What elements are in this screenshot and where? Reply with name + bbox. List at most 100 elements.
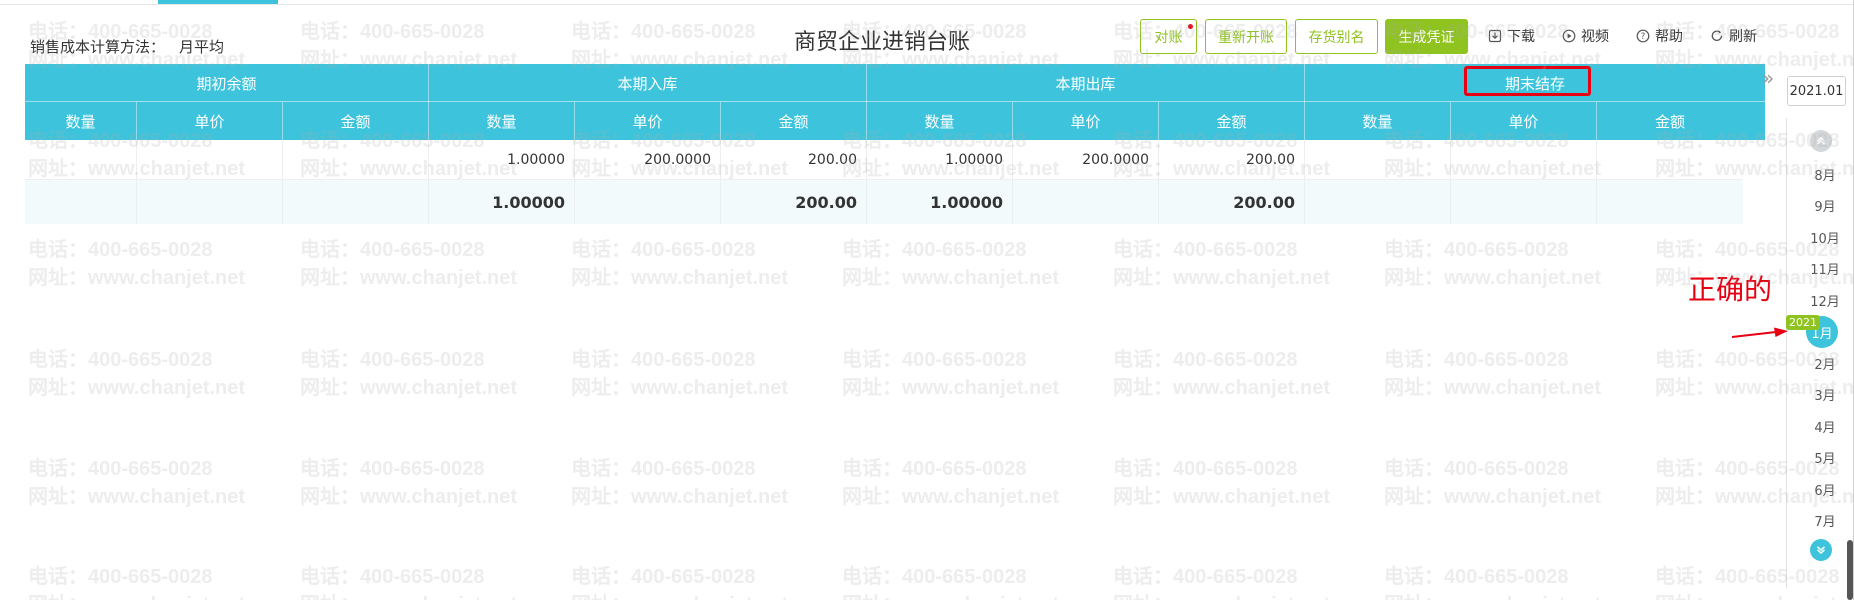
watermark-url: 网址：www.chanjet.net (571, 486, 789, 508)
scroll-up-button[interactable] (1810, 130, 1832, 152)
watermark-url: 网址：www.chanjet.net (28, 267, 246, 289)
watermark-phone: 电话：400-665-0028 (1113, 239, 1298, 261)
watermark-phone: 电话：400-665-0028 (571, 458, 756, 480)
download-link[interactable]: 下载 (1488, 26, 1535, 46)
total-cell: 200.00 (721, 180, 867, 224)
generate-voucher-label: 生成凭证 (1398, 29, 1455, 46)
help-link[interactable]: ? 帮助 (1636, 26, 1683, 46)
month-item[interactable]: 6月 (1810, 480, 1840, 499)
reconcile-button-label: 对账 (1154, 29, 1183, 46)
watermark-url: 网址：www.chanjet.net (842, 486, 1060, 508)
help-label: 帮助 (1655, 29, 1683, 45)
watermark-url: 网址：www.chanjet.net (1384, 486, 1602, 508)
watermark-phone: 电话：400-665-0028 (28, 349, 213, 371)
table-cell (1305, 140, 1451, 179)
watermark-phone: 电话：400-665-0028 (571, 21, 756, 43)
month-item[interactable]: 4月 (1810, 417, 1840, 436)
top-divider (0, 4, 1854, 5)
table-row[interactable]: 1.00000 200.0000 200.00 1.00000 200.0000… (25, 140, 1743, 180)
total-cell (137, 180, 283, 224)
col-header: 金额 (283, 102, 429, 140)
table-cell (25, 140, 137, 179)
watermark-phone: 电话：400-665-0028 (300, 458, 485, 480)
watermark-url: 网址：www.chanjet.net (842, 591, 1059, 600)
table-cell: 200.00 (721, 140, 867, 179)
period-display[interactable]: 2021.01 (1787, 76, 1846, 106)
group-header-outbound: 本期出库 (867, 64, 1305, 102)
reconcile-button[interactable]: 对账 (1140, 19, 1197, 54)
total-cell (1451, 180, 1597, 224)
watermark-phone: 电话：400-665-0028 (28, 458, 213, 480)
month-item[interactable]: 8月 (1810, 165, 1840, 184)
col-header: 金额 (1159, 102, 1305, 140)
refresh-link[interactable]: 刷新 (1710, 26, 1757, 46)
table-cell: 200.0000 (1013, 140, 1159, 179)
cost-method: 销售成本计算方法： 月平均 (30, 36, 224, 57)
total-cell: 200.00 (1159, 180, 1305, 224)
table-total-row: 1.00000 200.00 1.00000 200.00 (25, 180, 1743, 224)
watermark-phone: 电话：400-665-0028 (571, 566, 756, 588)
group-header-inbound: 本期入库 (429, 64, 867, 102)
watermark-url: 网址：www.chanjet.net (28, 486, 246, 508)
watermark-phone: 电话：400-665-0028 (1113, 458, 1298, 480)
alias-button[interactable]: 存货别名 (1295, 19, 1378, 54)
watermark-url: 网址：www.chanjet.net (28, 591, 245, 600)
watermark-url: 网址：www.chanjet.net (28, 377, 246, 399)
watermark-url: 网址：www.chanjet.net (300, 591, 517, 600)
total-cell (25, 180, 137, 224)
month-item[interactable]: 3月 (1810, 385, 1840, 404)
watermark-phone: 电话：400-665-0028 (842, 458, 1027, 480)
watermark-url: 网址：www.chanjet.net (1384, 377, 1602, 399)
watermark-url: 网址：www.chanjet.net (300, 377, 518, 399)
chevron-down-icon (1816, 546, 1826, 555)
col-header: 数量 (25, 102, 137, 140)
video-link[interactable]: 视频 (1562, 26, 1609, 46)
month-item[interactable]: 5月 (1810, 448, 1840, 467)
collapse-panel-icon[interactable]: » (1762, 66, 1774, 90)
year-badge: 2021 (1786, 315, 1820, 330)
watermark-url: 网址：www.chanjet.net (1113, 267, 1331, 289)
watermark-url: 网址：www.chanjet.net (571, 377, 789, 399)
watermark-phone: 电话：400-665-0028 (571, 239, 756, 261)
month-item[interactable]: 12月 (1810, 291, 1840, 310)
watermark-phone: 电话：400-665-0028 (300, 239, 485, 261)
watermark-phone: 电话：400-665-0028 (1384, 566, 1569, 588)
watermark-phone: 电话：400-665-0028 (300, 566, 485, 588)
annotation-label: 正确的 (1688, 273, 1773, 306)
month-item[interactable]: 2月 (1810, 354, 1840, 373)
col-header: 金额 (721, 102, 867, 140)
total-cell: 1.00000 (429, 180, 575, 224)
table-cell: 200.00 (1159, 140, 1305, 179)
table-cell (1597, 140, 1743, 179)
generate-voucher-button[interactable]: 生成凭证 (1385, 19, 1468, 54)
watermark-phone: 电话：400-665-0028 (300, 21, 485, 43)
table-cell (283, 140, 429, 179)
watermark-phone: 电话：400-665-0028 (1384, 239, 1569, 261)
month-item[interactable]: 10月 (1810, 228, 1840, 247)
chevron-up-icon (1816, 136, 1826, 145)
watermark-url: 网址：www.chanjet.net (1384, 267, 1602, 289)
table-header-groups: 期初余额 本期入库 本期出库 期末结存 (25, 64, 1765, 102)
month-item[interactable]: 9月 (1810, 196, 1840, 215)
alias-button-label: 存货别名 (1308, 29, 1365, 46)
table-cell: 200.0000 (575, 140, 721, 179)
reopen-button[interactable]: 重新开账 (1205, 19, 1287, 54)
watermark-phone: 电话：400-665-0028 (1113, 566, 1298, 588)
watermark-url: 网址：www.chanjet.net (571, 591, 788, 600)
watermark-url: 网址：www.chanjet.net (1113, 377, 1331, 399)
col-header: 单价 (575, 102, 721, 140)
svg-text:?: ? (1641, 32, 1646, 42)
month-item[interactable]: 11月 (1810, 259, 1840, 278)
col-header: 数量 (867, 102, 1013, 140)
watermark-phone: 电话：400-665-0028 (842, 566, 1027, 588)
watermark-url: 网址：www.chanjet.net (842, 377, 1060, 399)
download-icon (1488, 29, 1502, 43)
table-cell: 1.00000 (867, 140, 1013, 179)
month-item[interactable]: 7月 (1810, 511, 1840, 530)
scroll-down-button[interactable] (1810, 539, 1832, 561)
watermark-phone: 电话：400-665-0028 (571, 349, 756, 371)
table-header-columns: 数量 单价 金额 数量 单价 金额 数量 单价 金额 数量 单价 金额 (25, 102, 1765, 140)
total-cell (1597, 180, 1743, 224)
refresh-label: 刷新 (1729, 29, 1757, 45)
notification-dot (1188, 24, 1193, 29)
